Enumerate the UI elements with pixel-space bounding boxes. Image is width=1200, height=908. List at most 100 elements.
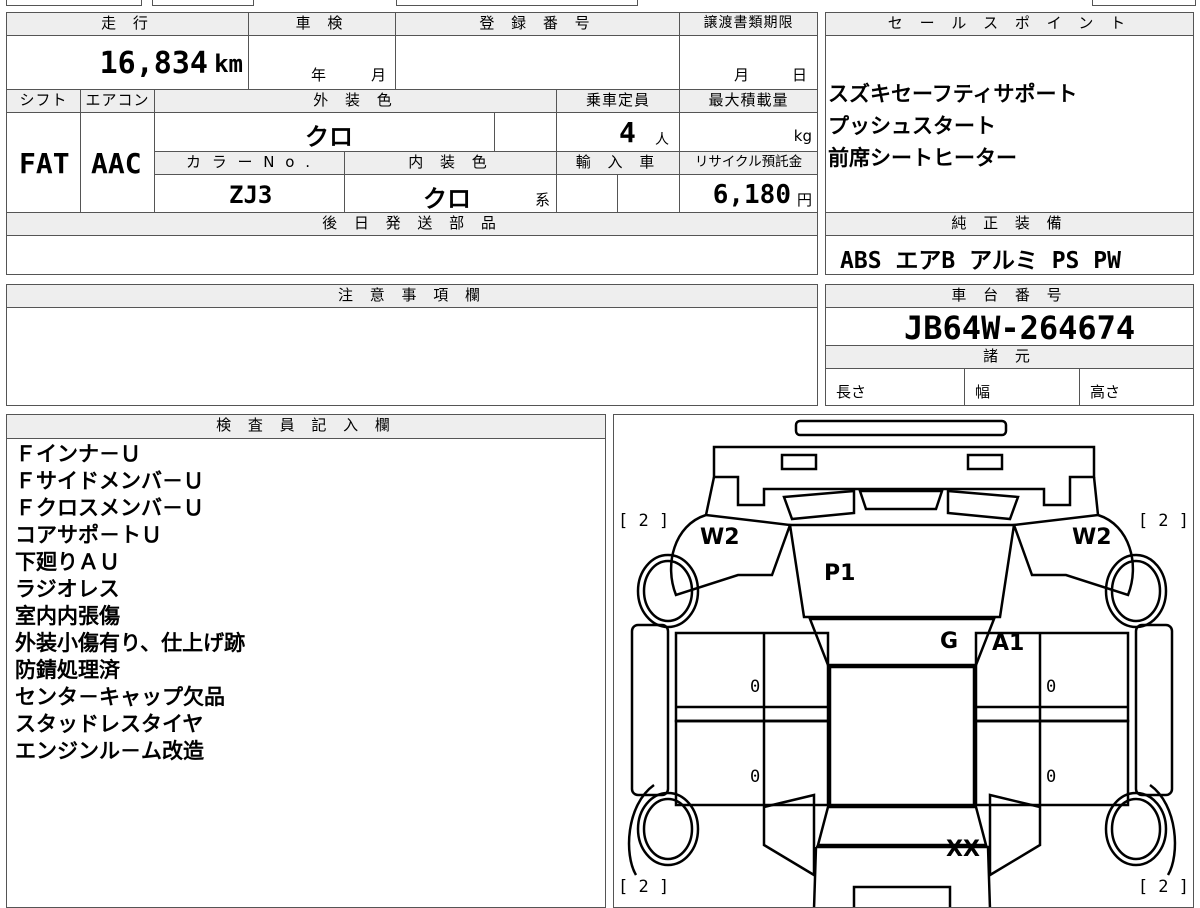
recycle-cell: 6,180 円 [679, 174, 818, 213]
shift-header: シフト [6, 89, 81, 113]
equipment-header: 純 正 装 備 [825, 212, 1194, 236]
inspector-line: Ｆインナ－Ｕ [15, 442, 141, 466]
transfer-cell: 月 日 [679, 35, 818, 90]
mileage-value: 16,834 [99, 46, 208, 81]
inspector-line: 室内内張傷 [15, 604, 120, 628]
inspector-line: ラジオレス [15, 577, 120, 601]
shift-cell: FAT [6, 112, 81, 213]
interior-value: クロ [423, 185, 471, 213]
inspector-line: 防錆処理済 [15, 658, 120, 682]
sales-line: スズキセーフティサポート [828, 82, 1078, 106]
chassis-header: 車 台 番 号 [825, 284, 1194, 308]
import-cell-b [617, 174, 680, 213]
inspector-line: センタ－キャップ欠品 [15, 685, 225, 709]
tire-rl-mark: [ 2 ] [618, 877, 670, 897]
shift-value: FAT [19, 147, 70, 180]
damage-g: G [940, 629, 959, 654]
inspector-line: 下廻りＡＵ [15, 550, 120, 574]
capacity-header: 乗車定員 [556, 89, 680, 113]
height-cell: 高さ [1079, 368, 1194, 406]
top-strip [6, 0, 1196, 8]
width-label: 幅 [975, 383, 991, 401]
shaken-cell: 年 月 [248, 35, 396, 90]
load-unit: kg [793, 127, 812, 145]
load-header: 最大積載量 [679, 89, 818, 113]
interior-cell: クロ 系 [344, 174, 557, 213]
height-label: 高さ [1090, 383, 1121, 401]
inspector-line: Ｆサイドメンバ－Ｕ [15, 469, 204, 493]
car-diagram: [ 2 ] [ 2 ] [ 2 ] [ 2 ] W2 W2 P1 G A1 0 … [613, 414, 1194, 908]
mark-zero-3: 0 [750, 767, 761, 787]
mark-zero-2: 0 [1046, 677, 1057, 697]
recycle-header: リサイクル預託金 [679, 151, 818, 175]
capacity-cell: 4 人 [556, 112, 680, 152]
reg-header: 登 録 番 号 [395, 12, 680, 36]
reg-cell [395, 35, 680, 90]
chassis-value: JB64W-264674 [904, 309, 1136, 347]
import-header: 輸 入 車 [556, 151, 680, 175]
sales-lines: スズキセーフティサポート プッシュスタート 前席シートヒーター [828, 78, 1077, 174]
length-label: 長さ [836, 383, 867, 401]
car-outline [627, 419, 1177, 907]
later-parts-header: 後 日 発 送 部 品 [6, 212, 818, 236]
shaken-header: 車 検 [248, 12, 396, 36]
damage-w2-right: W2 [1072, 525, 1112, 550]
exterior-code-cell [494, 112, 557, 152]
width-cell: 幅 [964, 368, 1080, 406]
sales-header: セ ー ル ス ポ イ ン ト [825, 12, 1194, 36]
damage-w2-left: W2 [700, 525, 740, 550]
exterior-header: 外 装 色 [154, 89, 557, 113]
exterior-cell: クロ [154, 112, 495, 152]
import-cell-a [556, 174, 618, 213]
interior-suffix: 系 [535, 191, 551, 209]
mileage-header: 走 行 [6, 12, 249, 36]
recycle-unit: 円 [796, 191, 812, 209]
inspector-line: コアサポ－トＵ [15, 523, 162, 547]
damage-a1: A1 [992, 631, 1025, 656]
sales-line: 前席シートヒーター [828, 146, 1017, 170]
inspector-line: エンジンル－ム改造 [15, 739, 204, 763]
spec-header: 諸 元 [825, 345, 1194, 369]
load-cell: kg [679, 112, 818, 152]
inspector-cell: Ｆインナ－Ｕ Ｆサイドメンバ－Ｕ Ｆクロスメンバ－Ｕ コアサポ－トＵ 下廻りＡＵ… [6, 438, 606, 908]
color-no-header: カ ラ ー N o . [154, 151, 345, 175]
inspector-line: スタッドレスタイヤ [15, 712, 204, 736]
capacity-value: 4 [619, 116, 636, 149]
ac-header: エアコン [80, 89, 155, 113]
transfer-month: 月 [734, 66, 750, 84]
inspector-header: 検 査 員 記 入 欄 [6, 414, 606, 439]
inspector-line: 外装小傷有り、仕上げ跡 [15, 631, 246, 655]
ac-value: AAC [91, 147, 142, 180]
notes-header: 注 意 事 項 欄 [6, 284, 818, 308]
inspector-line: Ｆクロスメンバ－Ｕ [15, 496, 204, 520]
recycle-value: 6,180 [712, 180, 791, 210]
tire-rr-mark: [ 2 ] [1137, 877, 1189, 897]
mileage-unit: km [214, 50, 243, 78]
exterior-value: クロ [305, 123, 353, 151]
transfer-day: 日 [792, 66, 808, 84]
tire-fl-mark: [ 2 ] [618, 511, 670, 531]
length-cell: 長さ [825, 368, 965, 406]
mark-zero-4: 0 [1046, 767, 1057, 787]
damage-xx: XX [946, 837, 980, 862]
sales-line: プッシュスタート [828, 114, 996, 138]
mileage-cell: 16,834 km [6, 35, 249, 90]
tire-fr-mark: [ 2 ] [1137, 511, 1189, 531]
damage-p1: P1 [824, 561, 856, 586]
inspector-lines: Ｆインナ－Ｕ Ｆサイドメンバ－Ｕ Ｆクロスメンバ－Ｕ コアサポ－トＵ 下廻りＡＵ… [15, 441, 245, 765]
ac-cell: AAC [80, 112, 155, 213]
color-no-cell: ZJ3 [154, 174, 345, 213]
shaken-year: 年 [311, 66, 327, 84]
transfer-header: 譲渡書類期限 [679, 12, 818, 36]
notes-cell [6, 307, 818, 406]
mark-zero-1: 0 [750, 677, 761, 697]
equipment-value: ABS エアB アルミ PS PW [840, 248, 1121, 274]
capacity-unit: 人 [655, 132, 669, 148]
equipment-cell: ABS エアB アルミ PS PW [825, 235, 1194, 275]
color-no-value: ZJ3 [229, 181, 273, 209]
sales-cell: スズキセーフティサポート プッシュスタート 前席シートヒーター [825, 35, 1194, 213]
later-parts-cell [6, 235, 818, 275]
chassis-cell: JB64W-264674 [825, 307, 1194, 347]
interior-header: 内 装 色 [344, 151, 557, 175]
shaken-month: 月 [371, 66, 387, 84]
